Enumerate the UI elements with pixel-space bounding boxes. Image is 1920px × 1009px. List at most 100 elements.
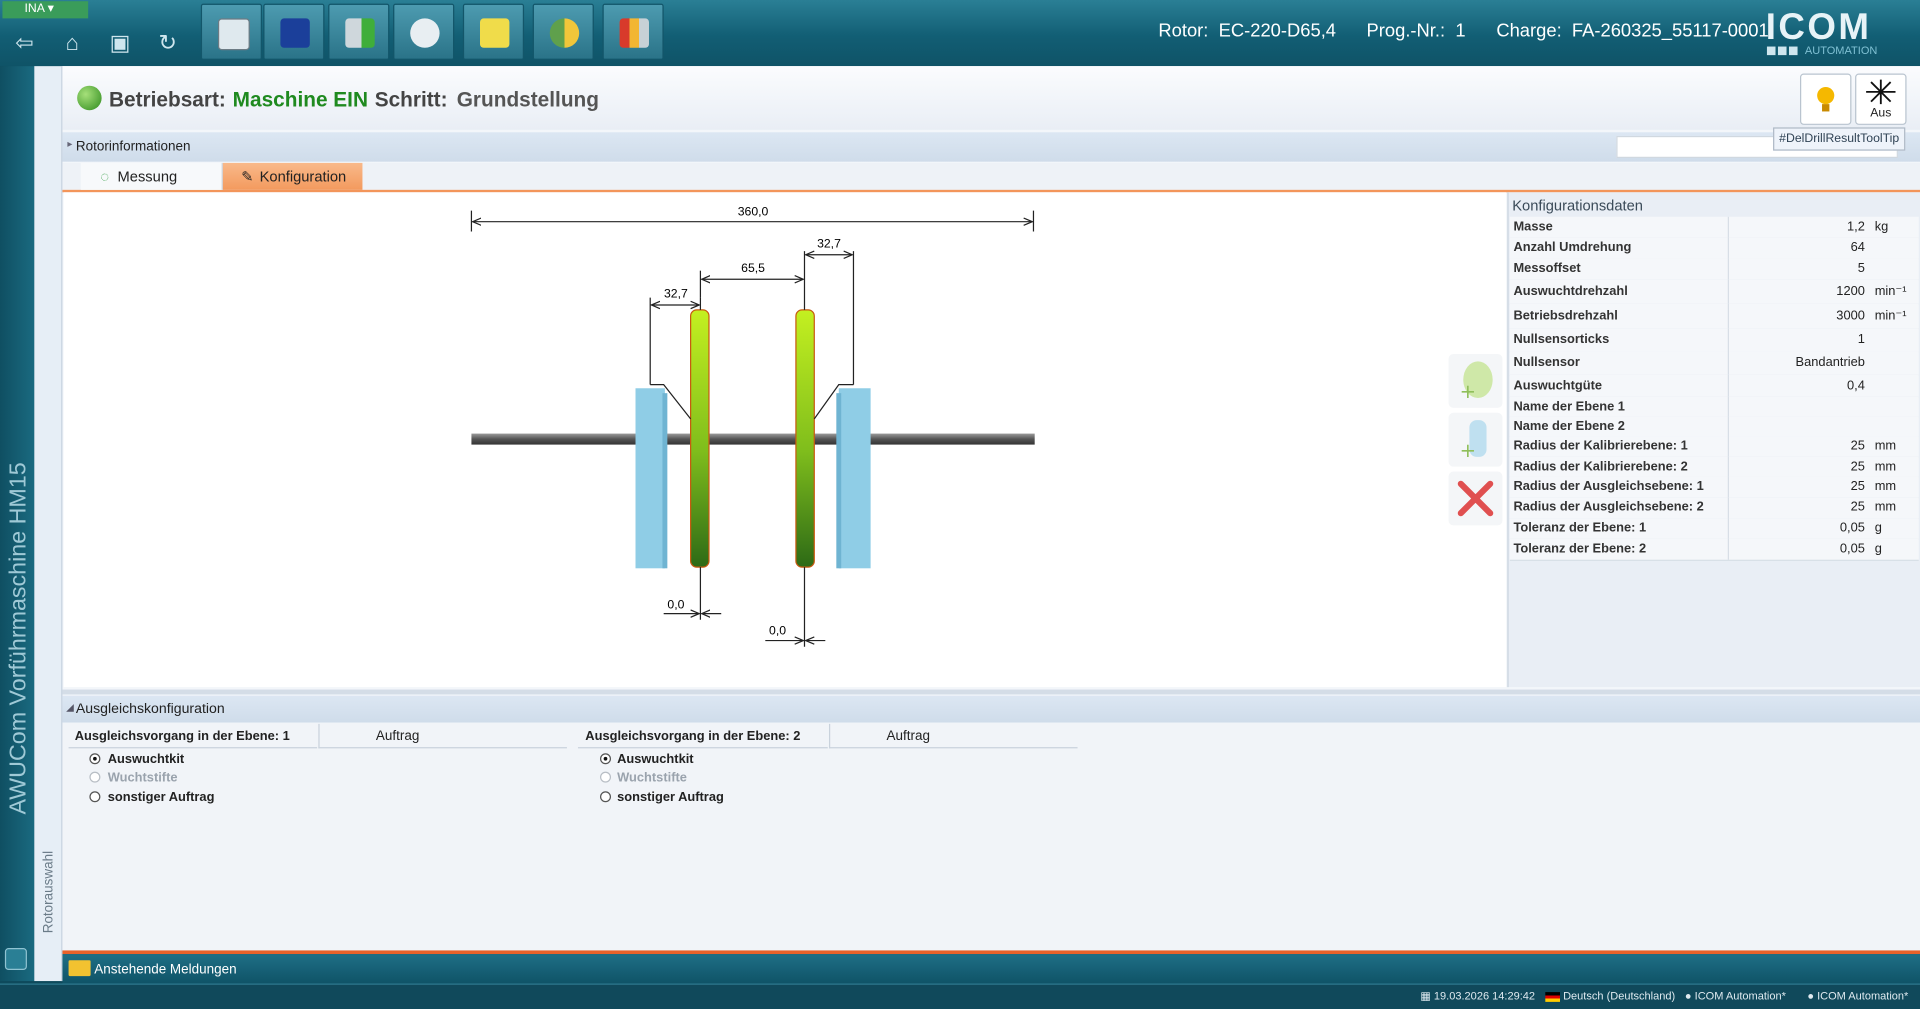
user-icon: ● xyxy=(1684,989,1692,1002)
chevron-right-icon: ▸ xyxy=(67,138,73,150)
config-value: 64 xyxy=(1850,240,1865,255)
config-value: 0,4 xyxy=(1847,378,1865,394)
schritt-value: Grundstellung xyxy=(456,88,599,112)
camera-icon[interactable] xyxy=(4,947,27,971)
plane-1-label-sonstiger: sonstiger Auftrag xyxy=(107,789,215,805)
arrow-left-icon: ⇦ xyxy=(15,30,34,56)
taskbar-language[interactable]: Deutsch (Deutschland) xyxy=(1545,990,1675,1002)
tab-konfiguration[interactable]: ✎ Konfiguration xyxy=(222,162,363,190)
config-unit: mm xyxy=(1874,438,1897,454)
config-unit: mm xyxy=(1874,478,1897,494)
taskbar-user-2[interactable]: ● ICOM Automation* xyxy=(1807,990,1908,1002)
plane-2-radio-auswuchtkit[interactable] xyxy=(600,753,612,765)
config-row[interactable]: Messoffset 5 xyxy=(1509,258,1919,281)
bearing-left xyxy=(635,388,665,569)
plane-2-method[interactable]: Auftrag xyxy=(828,723,1078,749)
config-key: Nullsensor xyxy=(1513,355,1580,370)
magnifier-icon xyxy=(217,18,250,51)
config-row[interactable]: Radius der Kalibrierebene: 2 25 mm xyxy=(1509,456,1919,478)
home-icon: ⌂ xyxy=(65,30,79,56)
config-key: Betriebsdrehzahl xyxy=(1513,308,1618,324)
config-unit: min⁻¹ xyxy=(1874,308,1907,324)
config-row[interactable]: Auswuchtgüte 0,4 xyxy=(1509,374,1919,399)
back-button[interactable]: ⇦ xyxy=(6,24,43,61)
toolbar-search-button[interactable] xyxy=(200,3,263,61)
plane-2-radio-sonstiger[interactable] xyxy=(600,791,612,803)
datetime-text: 19.03.2026 14:29:42 xyxy=(1433,989,1536,1002)
laser-button[interactable]: Aus xyxy=(1855,73,1907,125)
config-row[interactable]: Toleranz der Ebene: 2 0,05 g xyxy=(1509,538,1919,561)
splitter[interactable] xyxy=(62,689,1920,695)
config-unit: min⁻¹ xyxy=(1874,284,1907,299)
config-row[interactable]: Name der Ebene 1 xyxy=(1509,396,1919,418)
taskbar-user-1[interactable]: ● ICOM Automation* xyxy=(1685,990,1786,1002)
config-row[interactable]: Radius der Ausgleichsebene: 2 25 mm xyxy=(1509,497,1919,520)
lamp-button[interactable] xyxy=(1800,73,1852,125)
config-row[interactable]: Betriebsdrehzahl 3000 min⁻¹ xyxy=(1509,303,1919,330)
ausgleich-header[interactable]: ◢ Ausgleichskonfiguration xyxy=(62,695,1920,723)
rotor-selection-label[interactable]: Rotorauswahl xyxy=(42,851,57,933)
config-row[interactable]: Toleranz der Ebene: 1 0,05 g xyxy=(1509,518,1919,541)
toolbar-notes-button[interactable] xyxy=(462,3,525,61)
plane-2-label-wuchtstifte: Wuchtstifte xyxy=(617,770,687,786)
language-text: Deutsch (Deutschland) xyxy=(1563,989,1676,1002)
plane-1-radio-auswuchtkit[interactable] xyxy=(89,753,101,765)
plane-1-radio-sonstiger[interactable] xyxy=(89,791,101,803)
rotor-drawing: 360,0 32,7 65,5 32,7 0,0 0,0 xyxy=(470,205,1035,647)
config-key: Masse xyxy=(1513,219,1553,234)
ina-dropdown[interactable]: INA ▾ xyxy=(2,1,89,19)
config-row[interactable]: Radius der Ausgleichsebene: 1 25 mm xyxy=(1509,476,1919,499)
config-row[interactable]: Nullsensorticks 1 xyxy=(1509,328,1919,353)
save-button[interactable]: ▣ xyxy=(102,24,139,61)
svg-text:+: + xyxy=(1460,439,1476,462)
config-row[interactable]: Nullsensor Bandantrieb xyxy=(1509,351,1919,377)
ina-label: INA xyxy=(24,2,45,16)
home-button[interactable]: ⌂ xyxy=(54,24,91,61)
config-row[interactable]: Radius der Kalibrierebene: 1 25 mm xyxy=(1509,436,1919,459)
toolbar-user-button[interactable] xyxy=(532,3,594,61)
charge-label: Charge: xyxy=(1496,20,1562,42)
config-key: Auswuchtgüte xyxy=(1513,378,1603,394)
config-row[interactable]: Masse 1,2 kg xyxy=(1509,216,1919,239)
close-icon xyxy=(1457,480,1494,517)
config-value: 3000 xyxy=(1836,308,1865,324)
config-row[interactable]: Auswuchtdrehzahl 1200 min⁻¹ xyxy=(1509,279,1919,305)
config-key: Radius der Kalibrierebene: 1 xyxy=(1513,438,1688,454)
bearing-left-side xyxy=(662,393,668,569)
tab-messung[interactable]: ◌ Messung xyxy=(80,162,223,190)
sync-button[interactable]: ↻ xyxy=(149,24,186,61)
config-row[interactable]: Anzahl Umdrehung 64 xyxy=(1509,237,1919,260)
config-value: 1200 xyxy=(1836,284,1865,299)
taskbar-datetime[interactable]: ▦ 19.03.2026 14:29:42 xyxy=(1420,990,1535,1003)
chevron-down-icon: ◢ xyxy=(66,701,74,713)
messages-bar[interactable] xyxy=(62,954,1920,984)
config-key: Toleranz der Ebene: 2 xyxy=(1513,541,1647,557)
plane-1-label-wuchtstifte: Wuchtstifte xyxy=(107,770,178,786)
add-plane-button[interactable]: + xyxy=(1448,353,1503,408)
config-key: Radius der Ausgleichsebene: 1 xyxy=(1513,478,1704,494)
icom-logo-sub: AUTOMATION xyxy=(1766,44,1877,56)
config-value: 0,05 xyxy=(1839,541,1865,557)
delete-button[interactable] xyxy=(1448,471,1503,526)
add-bearing-button[interactable]: + xyxy=(1448,412,1503,467)
toolbar-settings-button[interactable] xyxy=(393,3,455,61)
dim-left: 32,7 xyxy=(664,287,688,301)
tooltip: #DelDrillResultToolTip xyxy=(1773,127,1906,151)
user-icon: ● xyxy=(1807,989,1815,1002)
bearing-right xyxy=(838,388,871,569)
config-row[interactable]: Name der Ebene 2 xyxy=(1509,416,1919,438)
toolbar-run-button[interactable] xyxy=(328,3,390,61)
toolbar-book-button[interactable] xyxy=(263,3,325,61)
config-value: 0,05 xyxy=(1839,520,1865,536)
messages-label: Anstehende Meldungen xyxy=(94,962,237,978)
toolbar-stats-button[interactable] xyxy=(602,3,664,61)
config-key: Name der Ebene 1 xyxy=(1513,399,1625,414)
plane-1-method[interactable]: Auftrag xyxy=(318,723,567,749)
charge-info: Charge: FA-260325_55117-0001 xyxy=(1496,21,1768,42)
rotor-selection-strip[interactable] xyxy=(34,66,63,982)
betriebsart-label: Betriebsart: xyxy=(108,88,226,112)
user2-text: ICOM Automation* xyxy=(1817,989,1909,1002)
config-key: Messoffset xyxy=(1513,260,1581,276)
dim-total: 360,0 xyxy=(738,205,769,219)
config-title: Konfigurationsdaten xyxy=(1512,197,1643,215)
